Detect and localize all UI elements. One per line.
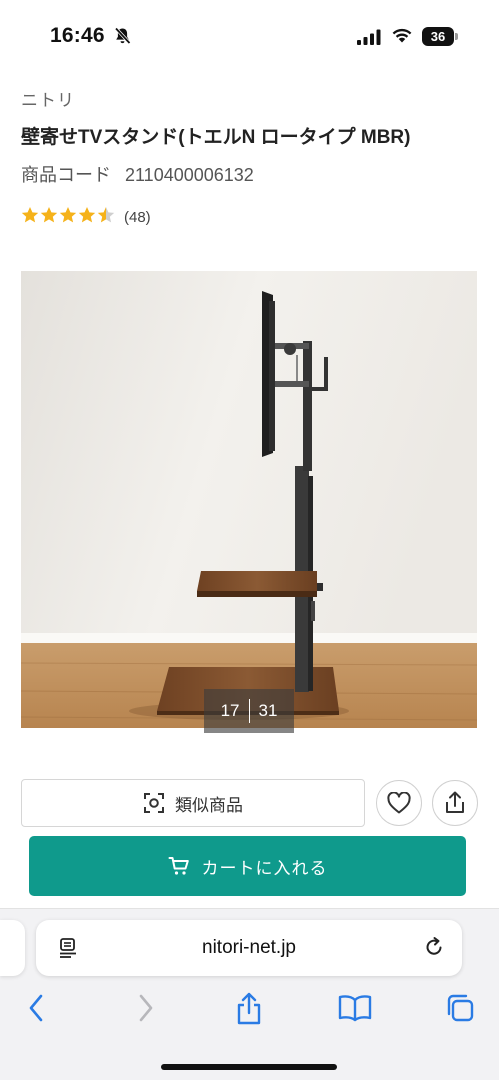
previous-tab-peek[interactable]: [0, 920, 25, 976]
image-search-icon: [144, 793, 164, 813]
battery-indicator: 36: [422, 27, 454, 46]
home-indicator[interactable]: [161, 1064, 337, 1070]
cellular-signal-icon: [357, 29, 381, 45]
image-counter-total: 31: [258, 701, 278, 720]
tabs-icon[interactable]: [444, 992, 476, 1024]
favorite-button[interactable]: [376, 780, 422, 826]
wifi-icon: [392, 28, 412, 43]
heart-icon: [387, 792, 411, 814]
image-counter: 17 31: [204, 689, 294, 733]
address-bar[interactable]: nitori-net.jp: [36, 920, 462, 976]
share-product-button[interactable]: [432, 780, 478, 826]
rating-count: (48): [124, 208, 151, 226]
reload-icon[interactable]: [423, 936, 445, 958]
forward-icon[interactable]: [134, 992, 156, 1024]
star-icon: [97, 206, 115, 222]
back-icon[interactable]: [26, 992, 48, 1024]
product-title: 壁寄せTVスタンド(トエルN ロータイプ MBR): [21, 127, 411, 148]
battery-cap: [455, 33, 458, 40]
add-to-cart-button[interactable]: カートに入れる: [29, 836, 466, 896]
product-image[interactable]: [21, 271, 477, 728]
add-to-cart-label: カートに入れる: [201, 858, 328, 878]
product-code-value: 2110400006132: [125, 165, 254, 185]
star-icon: [40, 206, 58, 222]
star-icon: [78, 206, 96, 222]
image-counter-current: 17: [220, 701, 240, 720]
star-icon: [21, 206, 39, 222]
product-code: 商品コード 2110400006132: [21, 161, 254, 187]
status-bar: 16:46 36: [0, 0, 499, 72]
share-icon: [446, 791, 464, 813]
status-time: 16:46: [50, 24, 105, 47]
image-counter-divider: [248, 699, 250, 723]
share-page-icon[interactable]: [235, 992, 263, 1026]
url-text: nitori-net.jp: [202, 937, 296, 958]
tv-stand-photo: [21, 271, 477, 728]
similar-items-button[interactable]: 類似商品: [21, 779, 365, 827]
star-rating[interactable]: (48): [21, 205, 151, 229]
bookmarks-icon[interactable]: [338, 992, 372, 1024]
rating-stars: [21, 206, 116, 229]
cart-icon: [168, 857, 189, 875]
silent-bell-icon: [114, 27, 131, 45]
similar-items-label: 類似商品: [175, 795, 243, 815]
star-icon: [59, 206, 77, 222]
product-code-label: 商品コード: [21, 165, 111, 185]
brand-name: ニトリ: [21, 91, 75, 110]
